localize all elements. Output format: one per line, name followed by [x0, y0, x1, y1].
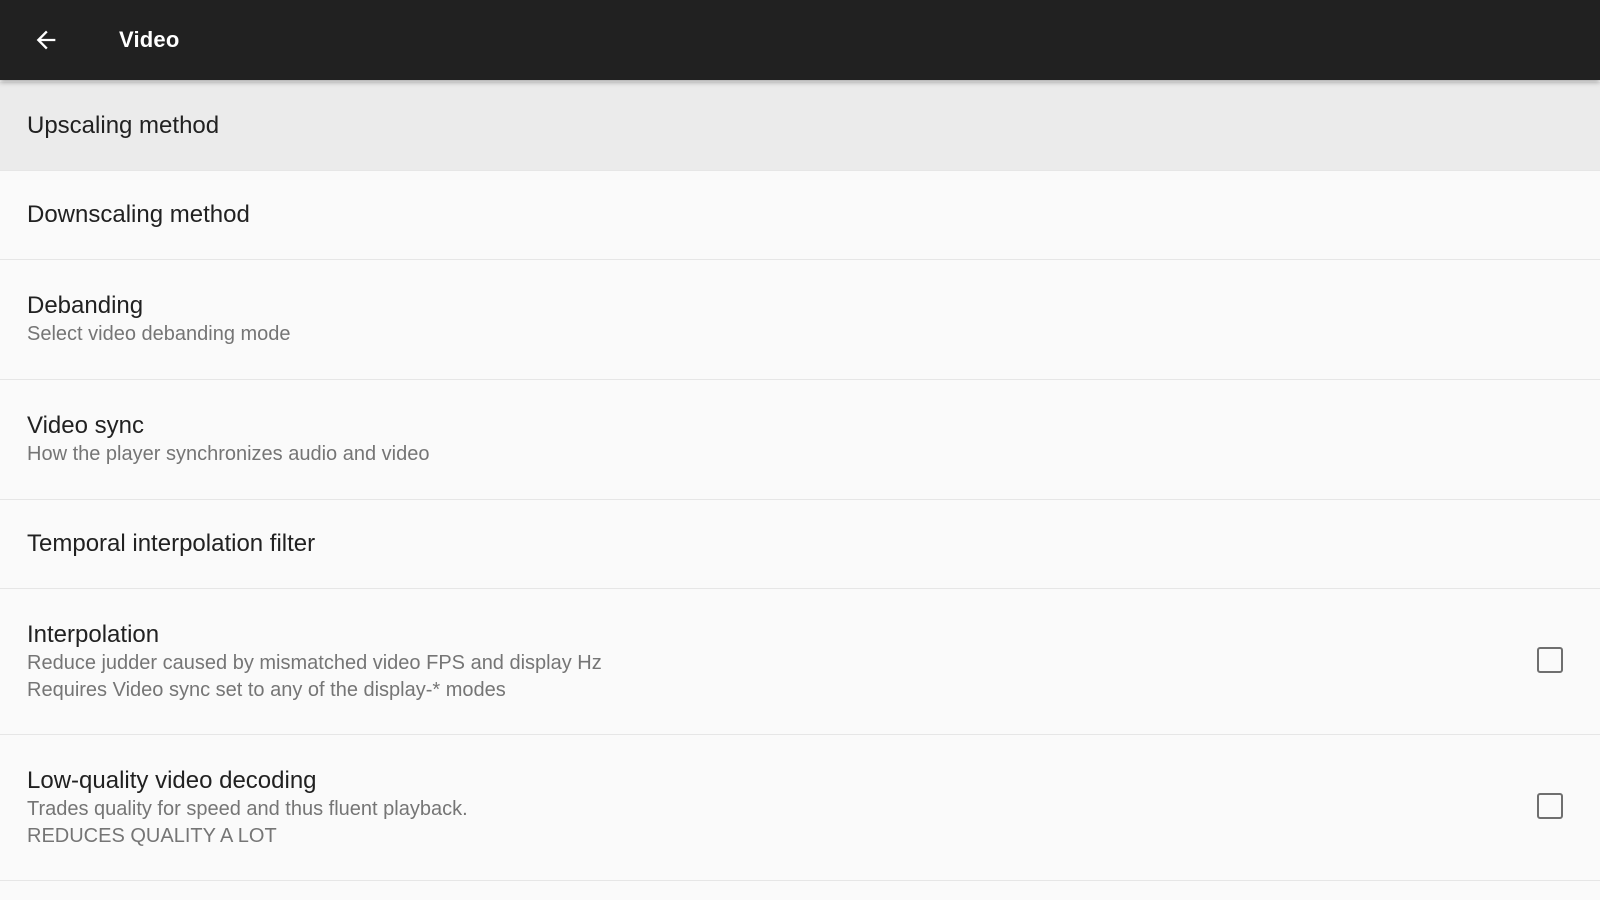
pref-upscaling-method[interactable]: Upscaling method: [0, 82, 1600, 171]
pref-summary: Select video debanding mode: [27, 323, 291, 345]
pref-interpolation[interactable]: Interpolation Reduce judder caused by mi…: [0, 589, 1600, 735]
pref-title: Downscaling method: [27, 201, 250, 228]
pref-title: Low-quality video decoding: [27, 766, 317, 794]
pref-title: Video sync: [27, 412, 144, 439]
pref-title: Interpolation: [27, 620, 160, 648]
pref-title: Temporal interpolation filter: [27, 530, 316, 557]
page-title: Video: [119, 27, 180, 52]
pref-summary-line: Requires Video sync set to any of the di…: [27, 678, 506, 701]
pref-summary-line: REDUCES QUALITY A LOT: [27, 824, 277, 847]
pref-debanding[interactable]: Debanding Select video debanding mode: [0, 260, 1600, 380]
arrow-left-icon: [36, 30, 56, 50]
pref-low-quality-video-decoding[interactable]: Low-quality video decoding Trades qualit…: [0, 735, 1600, 881]
pref-summary: How the player synchronizes audio and vi…: [27, 443, 430, 465]
low-quality-decoding-checkbox[interactable]: [1537, 792, 1563, 819]
pref-summary-line: Trades quality for speed and thus fluent…: [27, 797, 468, 820]
pref-downscaling-method[interactable]: Downscaling method: [0, 171, 1600, 260]
pref-title: Upscaling method: [27, 112, 220, 139]
pref-summary-line: Reduce judder caused by mismatched video…: [27, 651, 602, 674]
back-button[interactable]: [26, 20, 66, 60]
pref-title: Debanding: [27, 292, 144, 319]
pref-video-sync[interactable]: Video sync How the player synchronizes a…: [0, 380, 1600, 500]
app-bar: Video: [0, 0, 1600, 80]
interpolation-checkbox[interactable]: [1537, 646, 1563, 673]
pref-temporal-interpolation-filter[interactable]: Temporal interpolation filter: [0, 500, 1600, 589]
preference-list: Upscaling method Downscaling method Deba…: [0, 82, 1600, 881]
